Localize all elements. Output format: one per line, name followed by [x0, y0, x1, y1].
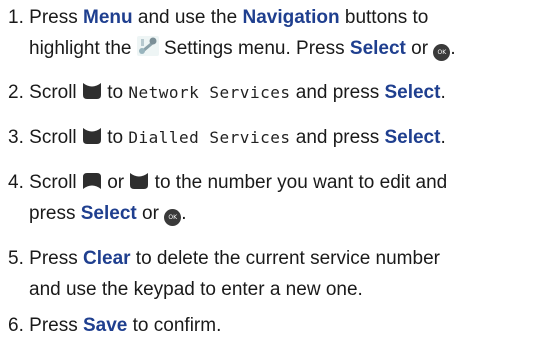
scroll-down-icon [82, 82, 102, 108]
clear-button-label: Clear [83, 248, 131, 269]
step-2: 2. Scroll to Network Services and press … [8, 80, 446, 108]
step-number: 4. [8, 172, 24, 193]
step-1: 1. Press Menu and use the Navigation but… [8, 7, 429, 28]
step-number: 1. [8, 7, 24, 28]
scroll-up-icon [82, 172, 102, 198]
scroll-down-icon [129, 172, 149, 198]
select-button-label: Select [384, 127, 441, 148]
step-3: 3. Scroll to Dialled Services and press … [8, 125, 446, 153]
select-button-label: Select [349, 38, 406, 59]
scroll-down-icon [82, 127, 102, 153]
menu-button-label: Menu [83, 7, 133, 28]
step-number: 6. [8, 315, 24, 336]
select-button-label: Select [80, 203, 137, 224]
step-5: 5. Press Clear to delete the current ser… [8, 248, 440, 269]
save-button-label: Save [83, 315, 128, 336]
step-5-line-2: and use the keypad to enter a new one. [29, 279, 363, 300]
navigation-button-label: Navigation [242, 7, 340, 28]
ok-button-icon: OK [164, 209, 182, 226]
step-6: 6. Press Save to confirm. [8, 315, 222, 336]
ok-button-icon: OK [433, 44, 451, 61]
network-services-menu-text: Network Services [128, 83, 291, 102]
step-number: 5. [8, 248, 24, 269]
step-4: 4. Scroll or to the number you want to e… [8, 170, 447, 198]
instructions: 1. Press Menu and use the Navigation but… [0, 0, 534, 336]
step-4-line-2: press Select or OK. [29, 203, 187, 226]
step-number: 2. [8, 82, 24, 103]
dialled-services-menu-text: Dialled Services [128, 128, 291, 147]
select-button-label: Select [384, 82, 441, 103]
step-1-line-2: highlight the Settings menu. Press Selec… [29, 36, 456, 64]
settings-icon [136, 36, 159, 64]
step-number: 3. [8, 127, 24, 148]
